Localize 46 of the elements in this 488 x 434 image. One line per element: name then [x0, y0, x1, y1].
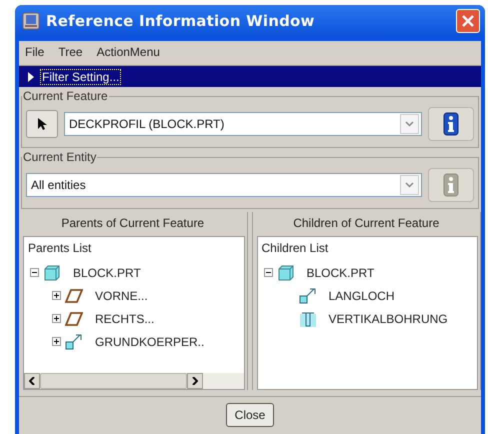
info-button[interactable]: [428, 107, 474, 141]
expand-icon[interactable]: [52, 314, 61, 323]
feature-node-label[interactable]: BLOCK.PRT: [306, 266, 374, 280]
list-title: Children List: [260, 240, 330, 257]
collapse-icon[interactable]: [30, 268, 39, 277]
hole-icon: [298, 310, 316, 326]
window-icon: [22, 12, 40, 30]
feature-node-label[interactable]: VORNE...: [95, 288, 148, 302]
feature-node-label[interactable]: RECHTS...: [95, 312, 154, 326]
dropdown[interactable]: All entities: [26, 173, 422, 197]
chevron-down-icon: [405, 121, 414, 127]
horizontal-scrollbar[interactable]: [24, 373, 244, 389]
panel-heading: Parents of Current Feature: [60, 215, 206, 232]
menu-item[interactable]: File: [25, 45, 44, 61]
panel-heading: Children of Current Feature: [292, 215, 440, 232]
plane-icon: [65, 288, 83, 304]
select-button[interactable]: [26, 110, 58, 138]
info-icon: [443, 173, 459, 197]
window-title: Reference Information Window: [46, 12, 316, 30]
close-icon[interactable]: [456, 9, 480, 33]
extrude-icon: [65, 334, 83, 350]
pointer-icon: [37, 117, 47, 131]
menu-item[interactable]: Tree: [58, 45, 83, 61]
extrude-icon: [298, 288, 316, 304]
menu-item[interactable]: ActionMenu: [96, 45, 160, 61]
close-button[interactable]: Close: [226, 403, 274, 427]
cube-icon: [43, 264, 61, 280]
expand-icon[interactable]: [52, 291, 61, 300]
info-icon: [443, 112, 459, 136]
feature-node-label[interactable]: BLOCK.PRT: [73, 266, 141, 280]
list-title: Parents List: [27, 240, 92, 257]
plane-icon: [65, 310, 83, 326]
filter-bar[interactable]: Filter Setting...: [19, 66, 481, 87]
dropdown[interactable]: DECKPROFIL (BLOCK.PRT): [64, 112, 422, 136]
feature-node-label[interactable]: LANGLOCH: [328, 288, 395, 302]
feature-node-label[interactable]: GRUNDKOERPER..: [95, 334, 204, 348]
expand-icon[interactable]: [52, 337, 61, 346]
chevron-down-icon: [405, 182, 414, 188]
scroll-right-icon[interactable]: [192, 377, 198, 385]
feature-node-label[interactable]: VERTIKALBOHRUNG: [328, 312, 448, 326]
collapse-icon[interactable]: [264, 268, 272, 277]
group-legend: Current Feature: [22, 89, 109, 103]
cube-icon: [276, 264, 294, 280]
group-legend: Current Entity: [22, 150, 98, 164]
scroll-left-icon[interactable]: [29, 377, 35, 385]
filter-label: Filter Setting...: [40, 68, 122, 84]
